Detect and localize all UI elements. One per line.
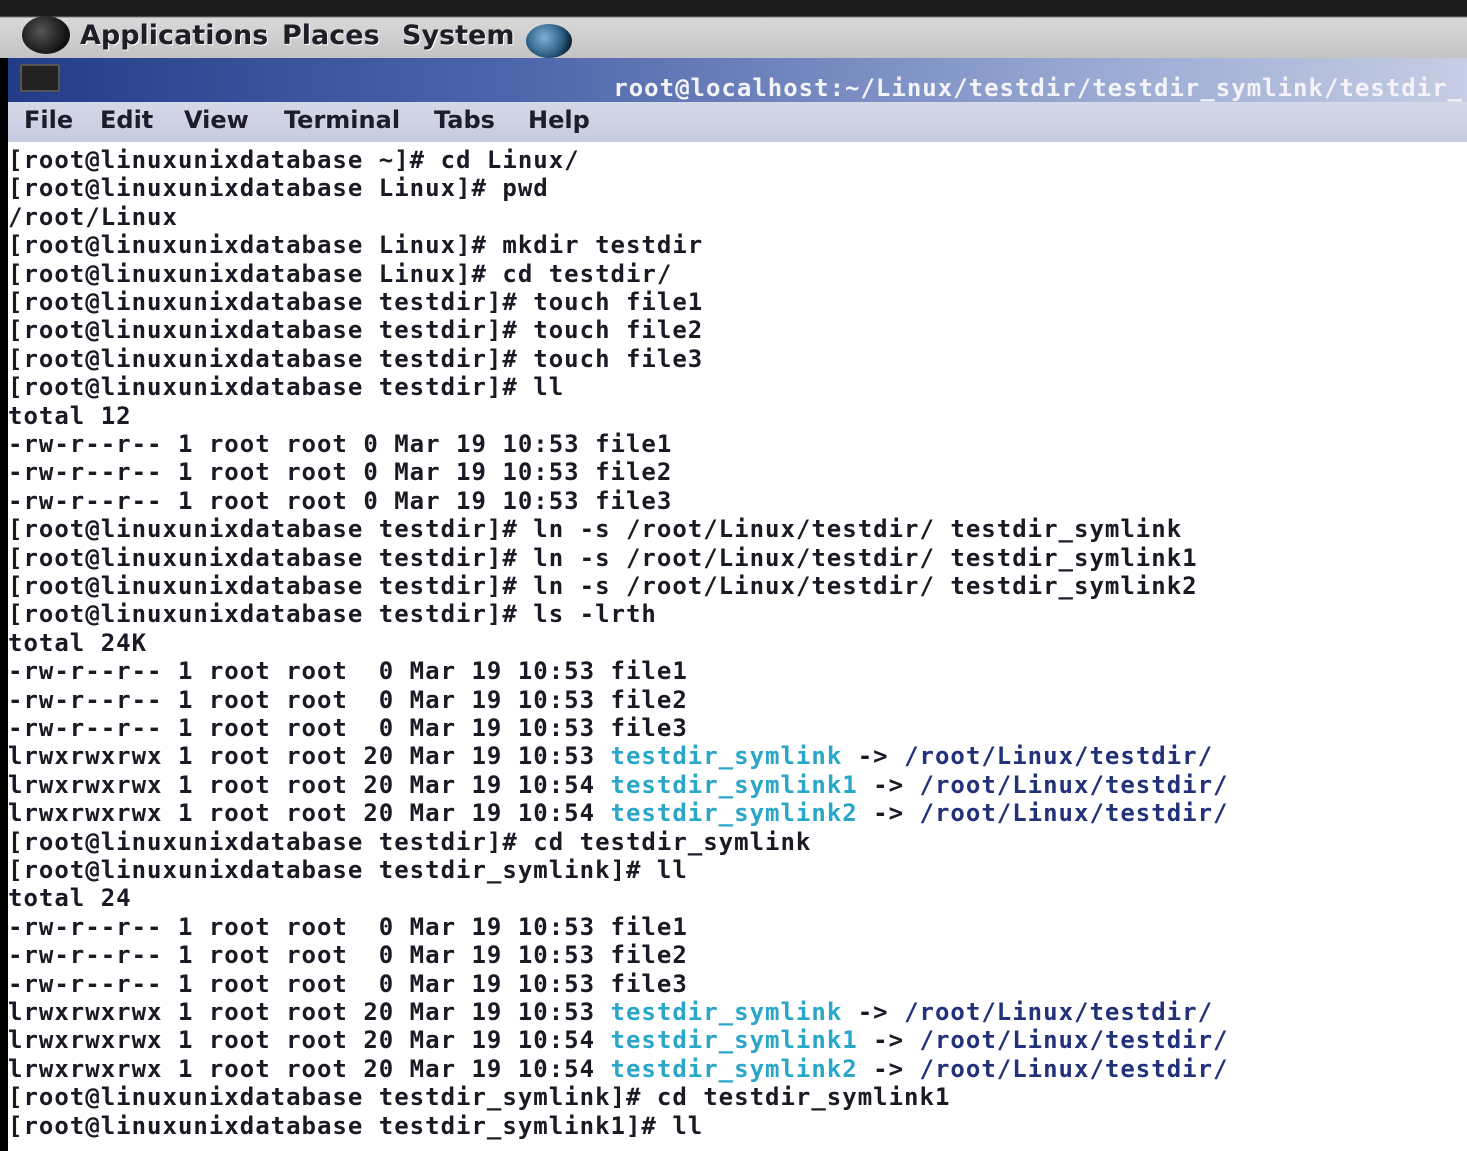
terminal-line: -rw-r--r-- 1 root root 0 Mar 19 10:53 fi…: [8, 657, 688, 686]
terminal-line: lrwxrwxrwx 1 root root 20 Mar 19 10:54 t…: [8, 1055, 1229, 1083]
line-segment: ->: [857, 770, 920, 799]
terminal-line: lrwxrwxrwx 1 root root 20 Mar 19 10:53 t…: [8, 998, 1213, 1026]
menu-view[interactable]: View: [184, 106, 249, 134]
terminal-line: -rw-r--r-- 1 root root 0 Mar 19 10:53 fi…: [8, 714, 688, 742]
window-titlebar[interactable]: root@localhost:~/Linux/testdir/testdir_s…: [8, 58, 1467, 102]
symlink-name: testdir_symlink2: [610, 1054, 858, 1083]
terminal-line: -rw-r--r-- 1 root root 0 Mar 19 10:53 fi…: [8, 941, 688, 970]
symlink-name: testdir_symlink1: [610, 770, 858, 799]
symlink-name: testdir_symlink: [610, 742, 843, 771]
menu-terminal[interactable]: Terminal: [284, 106, 400, 134]
window-title: root@localhost:~/Linux/testdir/testdir_s…: [613, 74, 1463, 102]
menu-help[interactable]: Help: [528, 106, 590, 134]
distro-logo-icon[interactable]: [22, 16, 70, 54]
terminal-line: [root@linuxunixdatabase Linux]# cd testd…: [8, 259, 673, 288]
line-segment: ->: [842, 998, 905, 1026]
applications-menu[interactable]: Applications: [80, 20, 268, 51]
terminal-line: -rw-r--r-- 1 root root 0 Mar 19 10:53 fi…: [8, 969, 688, 998]
terminal-line: [root@linuxunixdatabase testdir]# cd tes…: [8, 827, 812, 856]
symlink-name: testdir_symlink: [610, 998, 843, 1026]
line-segment: lrwxrwxrwx 1 root root 20 Mar 19 10:54: [8, 799, 611, 828]
terminal-line: -rw-r--r-- 1 root root 0 Mar 19 10:53 fi…: [8, 458, 673, 487]
system-menu[interactable]: System: [402, 20, 514, 51]
line-segment: lrwxrwxrwx 1 root root 20 Mar 19 10:54: [8, 1026, 611, 1055]
symlink-target: /root/Linux/testdir/: [919, 799, 1229, 828]
terminal-line: [root@linuxunixdatabase testdir]# ln -s …: [8, 572, 1198, 600]
symlink-target: /root/Linux/testdir/: [919, 1054, 1229, 1083]
symlink-name: testdir_symlink1: [610, 1026, 858, 1055]
terminal-line: total 24: [8, 884, 132, 913]
menu-edit[interactable]: Edit: [100, 106, 153, 134]
line-segment: lrwxrwxrwx 1 root root 20 Mar 19 10:54: [8, 1054, 611, 1083]
terminal-line: lrwxrwxrwx 1 root root 20 Mar 19 10:53 t…: [8, 742, 1213, 770]
terminal-line: total 24K: [8, 628, 148, 657]
line-segment: lrwxrwxrwx 1 root root 20 Mar 19 10:53: [8, 998, 611, 1026]
terminal-line: [root@linuxunixdatabase testdir]# ln -s …: [8, 515, 1183, 544]
symlink-target: /root/Linux/testdir/: [904, 742, 1214, 771]
terminal-line: /root/Linux: [8, 202, 178, 231]
terminal-line: total 12: [8, 401, 132, 430]
line-segment: ->: [857, 799, 920, 828]
line-segment: ->: [842, 742, 905, 771]
menubar: File Edit View Terminal Tabs Help: [8, 102, 1467, 142]
places-menu[interactable]: Places: [282, 20, 380, 51]
terminal-line: -rw-r--r-- 1 root root 0 Mar 19 10:53 fi…: [8, 685, 688, 714]
terminal-line: [root@linuxunixdatabase Linux]# pwd: [8, 174, 549, 203]
line-segment: lrwxrwxrwx 1 root root 20 Mar 19 10:53: [8, 742, 611, 771]
terminal-line: [root@linuxunixdatabase Linux]# mkdir te…: [8, 231, 704, 260]
terminal-line: [root@linuxunixdatabase testdir]# touch …: [8, 288, 704, 316]
terminal-line: [root@linuxunixdatabase testdir]# ln -s …: [8, 543, 1198, 572]
terminal-line: [root@linuxunixdatabase testdir_symlink1…: [8, 1111, 704, 1140]
line-segment: ->: [857, 1026, 920, 1055]
terminal-line: [root@linuxunixdatabase testdir]# ll: [8, 373, 565, 402]
terminal-line: lrwxrwxrwx 1 root root 20 Mar 19 10:54 t…: [8, 799, 1229, 827]
terminal-line: -rw-r--r-- 1 root root 0 Mar 19 10:53 fi…: [8, 430, 673, 458]
symlink-target: /root/Linux/testdir/: [919, 1026, 1229, 1055]
terminal-line: [root@linuxunixdatabase testdir]# touch …: [8, 344, 704, 373]
terminal-output[interactable]: [root@linuxunixdatabase ~]# cd Linux/[ro…: [8, 142, 1467, 1151]
terminal-line: lrwxrwxrwx 1 root root 20 Mar 19 10:54 t…: [8, 1026, 1229, 1054]
line-segment: ->: [857, 1054, 920, 1083]
web-browser-icon[interactable]: [526, 24, 572, 58]
terminal-line: [root@linuxunixdatabase testdir_symlink]…: [8, 856, 688, 884]
line-segment: lrwxrwxrwx 1 root root 20 Mar 19 10:54: [8, 770, 611, 799]
terminal-line: [root@linuxunixdatabase testdir_symlink]…: [8, 1083, 951, 1112]
menu-file[interactable]: File: [24, 106, 73, 134]
terminal-line: -rw-r--r-- 1 root root 0 Mar 19 10:53 fi…: [8, 912, 688, 941]
menu-tabs[interactable]: Tabs: [434, 106, 495, 134]
symlink-target: /root/Linux/testdir/: [904, 998, 1214, 1026]
terminal-line: lrwxrwxrwx 1 root root 20 Mar 19 10:54 t…: [8, 771, 1229, 799]
terminal-line: [root@linuxunixdatabase ~]# cd Linux/: [8, 146, 580, 174]
terminal-line: -rw-r--r-- 1 root root 0 Mar 19 10:53 fi…: [8, 486, 673, 515]
top-panel: Applications Places System: [0, 0, 1467, 58]
symlink-name: testdir_symlink2: [610, 799, 858, 828]
terminal-icon[interactable]: [20, 64, 60, 92]
terminal-line: [root@linuxunixdatabase testdir]# ls -lr…: [8, 600, 657, 629]
terminal-line: [root@linuxunixdatabase testdir]# touch …: [8, 316, 704, 345]
symlink-target: /root/Linux/testdir/: [919, 770, 1229, 799]
